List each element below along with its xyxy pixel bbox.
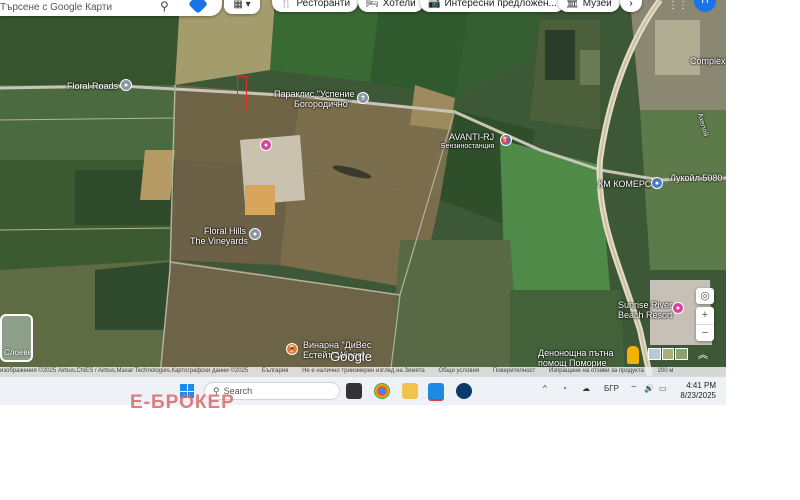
chip-label: Интересни предложен... [444,0,557,9]
chip-museums[interactable]: 🏛 Музеи [558,0,620,12]
fork-knife-icon: 🍴 [280,0,293,9]
chip-interesting[interactable]: 📷 Интересни предложен... [420,0,565,12]
place-label-complex[interactable]: Complex [690,56,726,66]
place-pin-icon[interactable]: ● [120,79,132,91]
chip-label: Ресторанти [296,0,351,9]
clock-date: 8/23/2025 [680,391,716,400]
museum-icon: 🏛 [566,0,579,9]
place-label-km-komers[interactable]: КМ КОМЕРС [598,179,651,189]
hotel-pin-icon[interactable]: ● [260,139,272,151]
file-explorer-icon[interactable] [402,383,418,399]
plus-icon: + [701,309,709,321]
place-label-sunrise-line2[interactable]: Beach Resort [618,310,673,320]
map-tile-thumb[interactable] [661,348,675,360]
zoom-in-button[interactable]: + [696,307,714,325]
chip-hotels[interactable]: 🛏 Хотели [358,0,424,12]
search-input[interactable]: Търсене с Google Карти [0,2,112,13]
attribution-imagery: изображения ©2025 Airbus,CNES / Airbus,M… [0,368,249,374]
map-tile-thumb[interactable] [648,348,661,360]
place-label-floral-hills-line2[interactable]: The Vineyards [190,236,248,246]
place-label-paraklis-line2[interactable]: Богородично" [294,99,351,109]
place-label-avanti-line1[interactable]: AVANTI-RJ [449,132,494,142]
winery-pin-icon[interactable]: 🍷 [286,343,298,355]
saved-list-button[interactable]: ▦ ▾ [224,0,260,14]
fuel-pin-icon[interactable]: ⛽ [500,134,512,146]
attribution-privacy[interactable]: Поверителност [493,368,536,374]
attribution-3d[interactable]: Не е налично триизмерен изглед на Земята [302,368,425,374]
task-view-icon[interactable] [346,383,362,399]
chrome-icon[interactable] [374,383,390,399]
zoom-controls: + − [696,307,714,341]
tray-app-icon[interactable]: ◔ [562,384,567,393]
street-view-pegman-icon[interactable] [627,346,639,364]
crosshair-icon: ◎ [700,290,710,302]
screen: ● Floral Roads Параклис "Успение Богород… [0,0,726,405]
battery-icon[interactable]: ▭ [659,384,667,393]
zoom-out-button[interactable]: − [696,325,714,341]
place-label-floral-roads[interactable]: Floral Roads [67,81,118,91]
place-label-sunrise-line1[interactable]: Sunrise River [618,300,672,310]
chapel-pin-icon[interactable]: ✝ [357,92,369,104]
volume-icon[interactable]: 🔊 [644,384,654,393]
shop-pin-icon[interactable]: ● [651,177,663,189]
grid-icon: ▦ ▾ [233,0,251,10]
layers-button[interactable]: Слоеве [0,314,33,362]
language-indicator[interactable]: БГР [604,384,619,393]
clock-time: 4:41 PM [686,381,716,390]
taskbar-clock[interactable]: 4:41 PM 8/23/2025 [676,381,716,401]
google-logo: Google [330,349,372,364]
map-top-bar: Търсене с Google Карти ⚲ ▦ ▾ 🍴 Ресторанти… [0,0,726,18]
search-box[interactable]: Търсене с Google Карти ⚲ [0,0,222,16]
attribution-terms[interactable]: Общи условия [438,368,479,374]
map-type-thumbnails[interactable] [648,348,689,360]
chips-next-button[interactable]: › [620,0,642,12]
directions-icon[interactable] [188,0,208,14]
windows-taskbar: ⚲ Search ^ ◔ ☁ БГР ⌔ 🔊 ▭ 4:41 PM 8/23/20… [0,376,726,405]
avatar[interactable]: П [694,0,716,12]
layers-label: Слоеве [4,348,33,357]
search-icon[interactable]: ⚲ [160,0,169,13]
chip-restaurants[interactable]: 🍴 Ресторанти [272,0,359,12]
chip-label: Хотели [382,0,416,9]
apps-grid-icon[interactable]: ⋮⋮ [668,0,688,11]
expand-up-icon[interactable]: ︽ [698,346,708,361]
minus-icon: − [701,327,709,339]
my-location-button[interactable]: ◎ [696,288,714,304]
place-label-lukoil[interactable]: Лукойл 5080 [670,173,722,183]
place-pin-icon[interactable]: ● [249,228,261,240]
camera-icon: 📷 [428,0,441,9]
bed-icon: 🛏 [366,0,379,9]
resort-pin-icon[interactable]: ● [672,302,684,314]
place-label-denonoshtna-line1[interactable]: Денонощна пътна [538,348,614,358]
teamviewer-icon[interactable] [456,383,472,399]
map-tile-thumb[interactable] [675,348,689,360]
map-attribution-bar: изображения ©2025 Airbus,CNES / Airbus,M… [0,367,726,376]
active-app-icon[interactable] [428,383,444,401]
cloud-icon[interactable]: ☁ [582,384,590,393]
satellite-map[interactable]: ● Floral Roads Параклис "Успение Богород… [0,0,726,376]
chip-label: Музеи [582,0,612,9]
watermark-logo: Е-БРОКЕР [130,392,235,413]
plot-highlight[interactable] [237,76,247,110]
wifi-icon[interactable]: ⌔ [630,384,638,394]
place-label-paraklis-line1[interactable]: Параклис "Успение [274,89,355,99]
place-label-avanti-line2[interactable]: Бензиностанция [441,142,494,152]
chevron-right-icon: › [629,0,633,9]
attribution-feedback[interactable]: Изпращане на отзиви за продукта [549,368,644,374]
chevron-up-icon[interactable]: ^ [543,384,547,393]
scale-label[interactable]: 200 м [658,368,674,374]
place-label-floral-hills-line1[interactable]: Floral Hills [204,226,246,236]
attribution-country[interactable]: България [262,368,289,374]
